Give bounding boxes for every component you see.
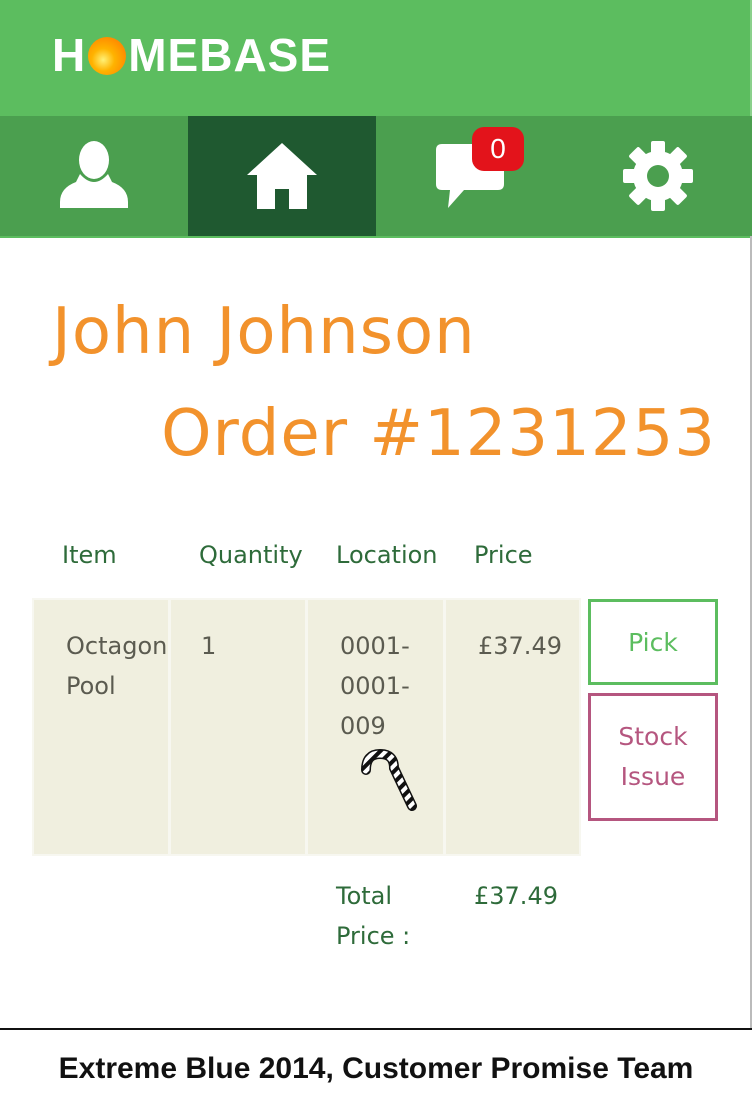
user-icon: [60, 141, 128, 208]
homebase-logo[interactable]: H MEBASE: [52, 30, 331, 80]
message-count-badge: 0: [472, 127, 524, 171]
total-label-line2: Price :: [336, 922, 411, 950]
item-quantity: 1: [201, 632, 217, 660]
footer-divider: [0, 1028, 752, 1030]
item-name-line2: Pool: [66, 672, 116, 700]
column-header-quantity: Quantity: [199, 541, 303, 569]
candy-cane-icon[interactable]: [358, 748, 422, 812]
total-price-label: Total Price :: [336, 876, 446, 956]
total-label-line1: Total: [336, 882, 393, 910]
column-header-price: Price: [474, 541, 533, 569]
item-cell: Octagon Pool: [32, 598, 170, 856]
location-line3: 009: [340, 712, 386, 740]
item-name-line1: Octagon: [66, 632, 168, 660]
footer-credit: Extreme Blue 2014, Customer Promise Team: [58, 1052, 694, 1085]
customer-name: John Johnson: [52, 295, 476, 369]
location-cell: 0001- 0001- 009: [306, 598, 445, 856]
price-cell: £37.49: [444, 598, 581, 856]
home-icon: [247, 143, 317, 209]
app-header: H MEBASE: [0, 0, 752, 116]
column-header-item: Item: [62, 541, 117, 569]
stock-issue-label-line1: Stock: [618, 722, 688, 751]
nav-profile[interactable]: [0, 116, 188, 236]
stock-issue-label-line2: Issue: [620, 762, 686, 791]
logo-text-h: H: [52, 29, 87, 81]
total-price-value: £37.49: [474, 882, 558, 910]
nav-home[interactable]: [188, 116, 376, 236]
quantity-cell: 1: [169, 598, 307, 856]
gear-icon: [623, 141, 693, 211]
order-number: Order #1231253: [161, 397, 716, 471]
pick-button[interactable]: Pick: [588, 599, 718, 685]
column-header-location: Location: [336, 541, 438, 569]
location-line2: 0001-: [340, 672, 410, 700]
stock-issue-button[interactable]: Stock Issue: [588, 693, 718, 821]
main-nav: [0, 116, 752, 238]
logo-text-rest: MEBASE: [128, 29, 332, 81]
nav-messages[interactable]: [376, 116, 564, 236]
item-price: £37.49: [478, 632, 562, 660]
location-line1: 0001-: [340, 632, 410, 660]
nav-settings[interactable]: [564, 116, 752, 236]
sun-logo-icon: [88, 37, 127, 75]
